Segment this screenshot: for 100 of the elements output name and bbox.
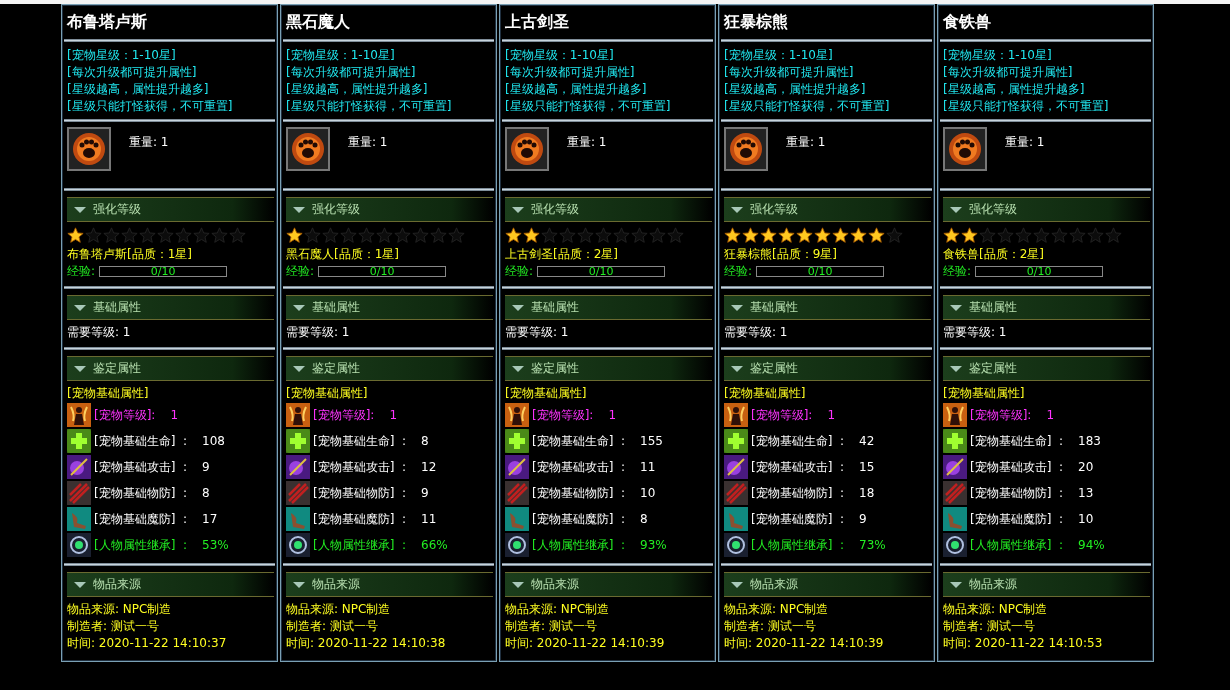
section-header[interactable]: 物品来源 — [67, 572, 274, 597]
stat-label: [宠物基础生命] : — [532, 432, 626, 450]
stat-value: 66% — [420, 536, 448, 554]
stat-value: 73% — [858, 536, 886, 554]
stat-value: 183 — [1077, 432, 1101, 450]
section-header[interactable]: 鉴定属性 — [505, 356, 712, 381]
collapse-triangle-icon — [949, 580, 963, 589]
section-header[interactable]: 鉴定属性 — [286, 356, 493, 381]
stat-value: 12 — [420, 458, 437, 476]
section-title: 基础属性 — [750, 299, 798, 316]
exp-bar: 0/10 — [975, 266, 1104, 277]
required-level-text: 需要等级: 1 — [67, 324, 132, 341]
paw-item-icon[interactable] — [505, 127, 549, 171]
collapse-triangle-icon — [511, 364, 525, 373]
collapse-triangle-icon — [730, 205, 744, 214]
section-header[interactable]: 基础属性 — [67, 295, 274, 320]
paw-item-icon[interactable] — [943, 127, 987, 171]
section-title: 鉴定属性 — [312, 360, 360, 377]
section-header[interactable]: 基础属性 — [505, 295, 712, 320]
section-header[interactable]: 基础属性 — [724, 295, 931, 320]
exp-bar: 0/10 — [318, 266, 447, 277]
source-line: 制造者: 测试一号 — [286, 618, 379, 635]
section-title: 强化等级 — [531, 201, 579, 218]
star-icon — [814, 227, 831, 244]
stat-label: [人物属性继承] : — [313, 536, 407, 554]
section-title: 物品来源 — [312, 576, 360, 593]
section-header[interactable]: 鉴定属性 — [724, 356, 931, 381]
star-icon — [742, 227, 759, 244]
source-line: 物品来源: NPC制造 — [286, 601, 392, 618]
stat-value: 1 — [826, 406, 836, 424]
stat-value: 1 — [1045, 406, 1055, 424]
orb-icon — [943, 533, 967, 557]
quality-text: 食铁兽[品质：2星] — [943, 246, 1045, 263]
claw-icon — [943, 481, 967, 505]
source-line: 时间: 2020-11-22 14:10:53 — [943, 635, 1104, 652]
stat-value: 15 — [858, 458, 875, 476]
star-icon — [961, 227, 978, 244]
figure-icon — [724, 403, 748, 427]
star-icon — [505, 227, 522, 244]
section-header[interactable]: 强化等级 — [505, 197, 712, 222]
star-icon — [832, 227, 849, 244]
plus-icon — [505, 429, 529, 453]
paw-item-icon[interactable] — [67, 127, 111, 171]
stat-value: 94% — [1077, 536, 1105, 554]
figure-icon — [286, 403, 310, 427]
paw-item-icon[interactable] — [724, 127, 768, 171]
info-line: [星级越高，属性提升越多] — [286, 81, 429, 98]
section-header[interactable]: 强化等级 — [67, 197, 274, 222]
pet-name-title: 狂暴棕熊 — [723, 11, 789, 33]
info-line: [每次升级都可提升属性] — [943, 64, 1074, 81]
paw-item-icon[interactable] — [286, 127, 330, 171]
stat-value: 155 — [639, 432, 663, 450]
star-icon — [778, 227, 795, 244]
star-icon — [796, 227, 813, 244]
stat-value: 108 — [201, 432, 225, 450]
weight-text: 重量: 1 — [786, 134, 826, 151]
collapse-triangle-icon — [730, 303, 744, 312]
section-title: 基础属性 — [969, 299, 1017, 316]
section-header[interactable]: 基础属性 — [943, 295, 1150, 320]
section-header[interactable]: 鉴定属性 — [943, 356, 1150, 381]
section-header[interactable]: 物品来源 — [286, 572, 493, 597]
section-title: 基础属性 — [531, 299, 579, 316]
info-line: [星级只能打怪获得，不可重置] — [505, 98, 672, 115]
stat-label: [宠物等级]: — [313, 406, 375, 424]
stat-value: 11 — [420, 510, 437, 528]
stat-value: 13 — [1077, 484, 1094, 502]
stat-label: [宠物基础生命] : — [94, 432, 188, 450]
exp-label: 经验: — [505, 263, 534, 280]
star-icon — [724, 227, 741, 244]
section-header[interactable]: 物品来源 — [943, 572, 1150, 597]
star-icon — [286, 227, 303, 244]
exp-bar: 0/10 — [756, 266, 885, 277]
section-header[interactable]: 强化等级 — [943, 197, 1150, 222]
section-title: 强化等级 — [312, 201, 360, 218]
source-line: 制造者: 测试一号 — [724, 618, 817, 635]
stat-label: [人物属性继承] : — [751, 536, 845, 554]
info-line: [宠物星级：1-10星] — [724, 47, 834, 64]
section-header[interactable]: 基础属性 — [286, 295, 493, 320]
stat-label: [人物属性继承] : — [532, 536, 626, 554]
section-header[interactable]: 物品来源 — [505, 572, 712, 597]
required-level-text: 需要等级: 1 — [286, 324, 351, 341]
figure-icon — [943, 403, 967, 427]
stat-label: [宠物基础生命] : — [313, 432, 407, 450]
pet-name-title: 黑石魔人 — [285, 11, 351, 33]
weight-text: 重量: 1 — [348, 134, 388, 151]
section-header[interactable]: 强化等级 — [724, 197, 931, 222]
claw-icon — [724, 481, 748, 505]
stats-header: [宠物基础属性] — [505, 385, 588, 402]
stat-label: [宠物基础物防] : — [532, 484, 626, 502]
stat-label: [宠物基础攻击] : — [970, 458, 1064, 476]
section-header[interactable]: 强化等级 — [286, 197, 493, 222]
stat-label: [宠物等级]: — [532, 406, 594, 424]
section-title: 强化等级 — [969, 201, 1017, 218]
required-level-text: 需要等级: 1 — [505, 324, 570, 341]
orb-icon — [286, 533, 310, 557]
section-header[interactable]: 物品来源 — [724, 572, 931, 597]
section-header[interactable]: 鉴定属性 — [67, 356, 274, 381]
info-line: [星级越高，属性提升越多] — [724, 81, 867, 98]
star-icon — [67, 227, 84, 244]
stat-label: [宠物等级]: — [970, 406, 1032, 424]
